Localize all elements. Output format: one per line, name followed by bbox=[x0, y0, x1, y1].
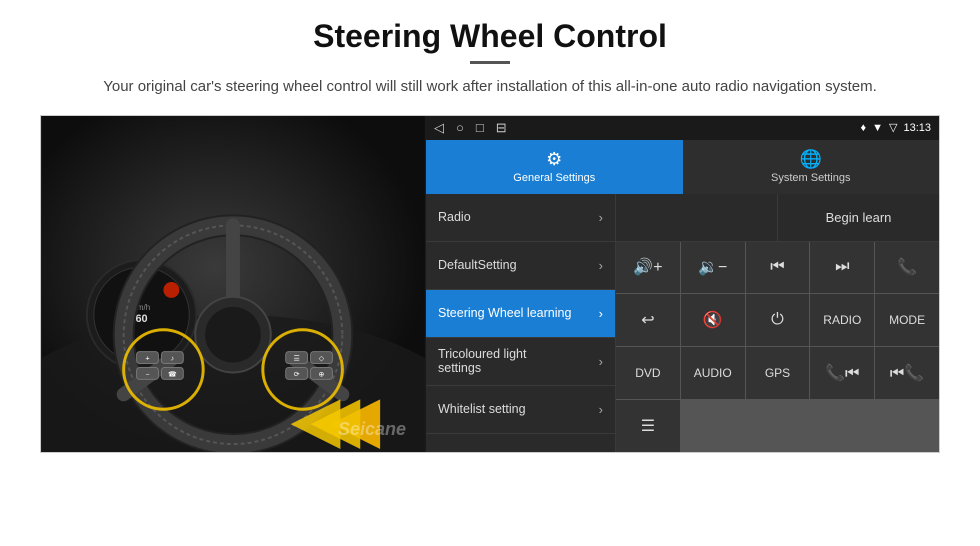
controls-panel: Begin learn 🔊+ 🔉− ⏮ ⏭ 📞 ↩ 🔇 ⏻ bbox=[616, 194, 939, 452]
menu-item-radio-label: Radio bbox=[438, 210, 599, 224]
vol-up-icon: 🔊+ bbox=[633, 257, 662, 277]
call-button[interactable]: 📞 bbox=[875, 242, 939, 294]
status-bar: ◁ ○ □ ⊟ ♦ ▼ ▽ 13:13 bbox=[426, 116, 939, 140]
menu-item-whitelist-label: Whitelist setting bbox=[438, 402, 599, 416]
svg-text:◇: ◇ bbox=[319, 355, 325, 362]
page-subtitle: Your original car's steering wheel contr… bbox=[40, 76, 940, 99]
audio-button[interactable]: AUDIO bbox=[681, 347, 745, 399]
menu-icon: ☰ bbox=[641, 416, 655, 436]
right-panel: ◁ ○ □ ⊟ ♦ ▼ ▽ 13:13 ⚙ General Settings bbox=[426, 116, 939, 452]
begin-learn-button[interactable]: Begin learn bbox=[778, 194, 939, 241]
vol-down-button[interactable]: 🔉− bbox=[681, 242, 745, 294]
mode-label: MODE bbox=[889, 313, 925, 327]
location-icon: ♦ bbox=[860, 122, 866, 134]
nav-app-icon[interactable]: ⊟ bbox=[496, 120, 507, 136]
hang-up-icon: ↩ bbox=[641, 310, 654, 330]
dvd-button[interactable]: DVD bbox=[616, 347, 680, 399]
next-track-button[interactable]: ⏭ bbox=[810, 242, 874, 294]
mute-icon: 🔇 bbox=[703, 310, 723, 330]
tab-general-settings[interactable]: ⚙ General Settings bbox=[426, 140, 683, 194]
menu-list: Radio › DefaultSetting › Steering Wheel … bbox=[426, 194, 616, 452]
svg-text:♪: ♪ bbox=[171, 355, 174, 362]
chevron-icon-tricoloured: › bbox=[599, 354, 603, 369]
svg-text:−: − bbox=[145, 371, 149, 378]
signal-icon: ▼ bbox=[872, 122, 883, 134]
menu-item-steering-label: Steering Wheel learning bbox=[438, 306, 599, 320]
next-track-icon: ⏭ bbox=[835, 258, 849, 276]
nav-buttons: ◁ ○ □ ⊟ bbox=[434, 120, 507, 136]
tab-general-label: General Settings bbox=[513, 172, 595, 184]
nav-home-icon[interactable]: ○ bbox=[456, 120, 464, 135]
menu-button[interactable]: ☰ bbox=[616, 400, 680, 452]
watermark: Seicane bbox=[338, 419, 406, 440]
prev-call-icon: ⏮📞 bbox=[890, 363, 924, 383]
prev-call-button[interactable]: ⏮📞 bbox=[875, 347, 939, 399]
mode-button[interactable]: MODE bbox=[875, 294, 939, 346]
menu-item-tricoloured[interactable]: Tricoloured lightsettings › bbox=[426, 338, 615, 386]
audio-label: AUDIO bbox=[694, 366, 732, 380]
hang-up-button[interactable]: ↩ bbox=[616, 294, 680, 346]
button-grid: 🔊+ 🔉− ⏮ ⏭ 📞 ↩ 🔇 ⏻ RADIO MODE DVD AUDIO bbox=[616, 242, 939, 452]
menu-item-default-setting[interactable]: DefaultSetting › bbox=[426, 242, 615, 290]
chevron-icon-steering: › bbox=[599, 306, 603, 321]
chevron-icon-default: › bbox=[599, 258, 603, 273]
page-container: Steering Wheel Control Your original car… bbox=[0, 0, 980, 463]
svg-text:☰: ☰ bbox=[294, 355, 300, 362]
system-settings-icon: 🌐 bbox=[800, 149, 822, 170]
nav-recent-icon[interactable]: □ bbox=[476, 120, 484, 135]
menu-item-whitelist[interactable]: Whitelist setting › bbox=[426, 386, 615, 434]
prev-track-button[interactable]: ⏮ bbox=[746, 242, 810, 294]
call-icon: 📞 bbox=[897, 257, 917, 277]
main-content: km/h 60 + − bbox=[40, 115, 940, 453]
empty-area bbox=[616, 194, 778, 241]
tab-system-label: System Settings bbox=[771, 172, 850, 184]
content-area: Radio › DefaultSetting › Steering Wheel … bbox=[426, 194, 939, 452]
nav-back-icon[interactable]: ◁ bbox=[434, 120, 444, 136]
prev-track-icon: ⏮ bbox=[770, 258, 784, 276]
vol-down-icon: 🔉− bbox=[698, 257, 727, 277]
clock: 13:13 bbox=[903, 122, 931, 134]
power-button[interactable]: ⏻ bbox=[746, 294, 810, 346]
call-prev-icon: 📞⏮ bbox=[825, 363, 859, 383]
power-icon: ⏻ bbox=[771, 311, 784, 329]
menu-item-default-label: DefaultSetting bbox=[438, 258, 599, 272]
svg-text:60: 60 bbox=[135, 312, 147, 324]
chevron-icon-radio: › bbox=[599, 210, 603, 225]
vol-up-button[interactable]: 🔊+ bbox=[616, 242, 680, 294]
left-panel: km/h 60 + − bbox=[41, 116, 426, 452]
chevron-icon-whitelist: › bbox=[599, 402, 603, 417]
gps-button[interactable]: GPS bbox=[746, 347, 810, 399]
svg-text:⊕: ⊕ bbox=[319, 371, 325, 378]
tab-system-settings[interactable]: 🌐 System Settings bbox=[683, 140, 940, 194]
svg-text:⟳: ⟳ bbox=[294, 371, 300, 378]
svg-text:☎: ☎ bbox=[168, 370, 177, 378]
call-prev-button[interactable]: 📞⏮ bbox=[810, 347, 874, 399]
menu-item-tricoloured-label: Tricoloured lightsettings bbox=[438, 347, 599, 375]
page-title: Steering Wheel Control bbox=[40, 18, 940, 55]
dvd-label: DVD bbox=[635, 366, 660, 380]
steering-wheel-image: km/h 60 + − bbox=[41, 116, 426, 452]
mute-button[interactable]: 🔇 bbox=[681, 294, 745, 346]
top-row: Begin learn bbox=[616, 194, 939, 242]
radio-button[interactable]: RADIO bbox=[810, 294, 874, 346]
radio-label: RADIO bbox=[823, 313, 861, 327]
title-divider bbox=[470, 61, 510, 64]
general-settings-icon: ⚙ bbox=[546, 149, 562, 170]
tabs-row: ⚙ General Settings 🌐 System Settings bbox=[426, 140, 939, 194]
wifi-icon: ▽ bbox=[889, 121, 897, 134]
status-bar-right: ♦ ▼ ▽ 13:13 bbox=[860, 121, 931, 134]
menu-item-steering-wheel[interactable]: Steering Wheel learning › bbox=[426, 290, 615, 338]
gps-label: GPS bbox=[765, 366, 790, 380]
svg-text:+: + bbox=[145, 355, 149, 362]
menu-item-radio[interactable]: Radio › bbox=[426, 194, 615, 242]
